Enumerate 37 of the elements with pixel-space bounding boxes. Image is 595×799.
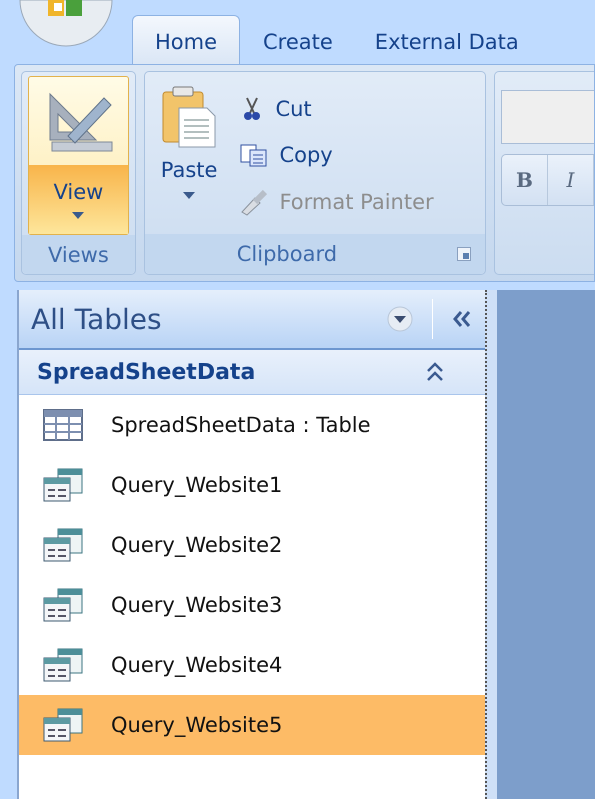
group-header[interactable]: SpreadSheetData (19, 350, 485, 395)
ribbon-tab[interactable]: Create (244, 15, 352, 64)
font-name-field[interactable] (501, 90, 594, 144)
paste-button[interactable]: Paste (160, 82, 218, 224)
caret-icon (183, 192, 196, 199)
caret-icon (72, 212, 84, 220)
query-icon (43, 648, 83, 682)
office-button-icon[interactable] (18, 0, 114, 48)
pane-title[interactable]: All Tables (31, 302, 378, 336)
navigation-item[interactable]: Query_Website5 (19, 695, 485, 755)
navigation-item[interactable]: Query_Website3 (19, 575, 485, 635)
group-title: Clipboard (236, 242, 338, 266)
chevron-up-icon (425, 361, 445, 383)
copy-icon (239, 142, 270, 168)
query-icon (43, 588, 83, 622)
pane-splitter[interactable] (485, 290, 497, 799)
navigation-item[interactable]: Query_Website4 (19, 635, 485, 695)
paintbrush-icon (239, 188, 270, 216)
navigation-item[interactable]: SpreadSheetData : Table (19, 395, 485, 455)
group-title: Views (22, 235, 135, 274)
query-icon (43, 708, 83, 742)
clipboard-command[interactable]: Cut (239, 88, 434, 130)
clipboard-command[interactable]: Copy (239, 134, 434, 176)
format-button[interactable]: I (548, 155, 594, 205)
ribbon-tab[interactable]: External Data (356, 15, 538, 64)
clipboard-icon (161, 86, 218, 148)
navigation-item[interactable]: Query_Website1 (19, 455, 485, 515)
table-icon (43, 409, 83, 441)
ribbon-tab[interactable]: Home (132, 15, 240, 64)
format-button[interactable]: B (502, 155, 548, 205)
dropdown-icon[interactable] (386, 305, 414, 333)
query-icon (43, 468, 83, 502)
collapse-pane-icon[interactable] (451, 310, 473, 328)
query-icon (43, 528, 83, 562)
navigation-item[interactable]: Query_Website2 (19, 515, 485, 575)
view-button[interactable]: View (28, 76, 129, 236)
dialog-launcher-icon[interactable] (457, 247, 471, 261)
